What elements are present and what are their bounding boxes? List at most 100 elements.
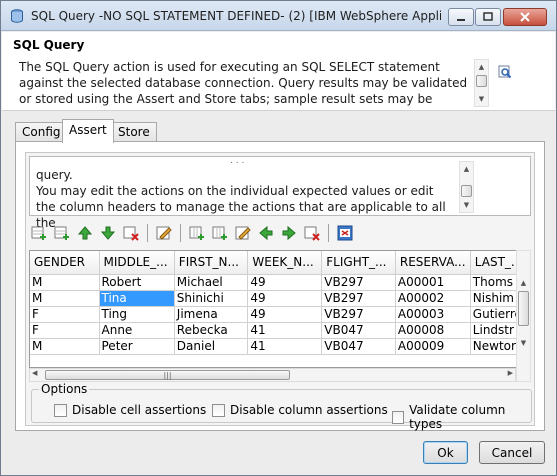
close-button[interactable] <box>503 8 547 26</box>
clear-icon[interactable] <box>335 223 355 243</box>
scroll-down-icon[interactable]: ▼ <box>517 337 530 349</box>
column-header[interactable]: GENDER <box>30 251 100 275</box>
table-row: F Ting Jimena 49 VB297 A00003 Gutierre <box>30 306 530 323</box>
column-header[interactable]: MIDDLE_... <box>99 251 175 275</box>
table-cell[interactable]: A00002 <box>395 290 471 307</box>
column-header[interactable]: FIRST_N... <box>174 251 249 275</box>
table-cell[interactable]: Daniel <box>174 338 249 355</box>
move-right-icon[interactable] <box>279 223 299 243</box>
table-cell[interactable]: 49 <box>247 274 323 291</box>
table-cell[interactable]: M <box>30 290 100 307</box>
header-title: SQL Query <box>13 38 85 52</box>
assert-panel: . . . query. You may edit the actions on… <box>15 141 545 431</box>
scroll-right-icon[interactable]: ▶ <box>508 369 513 377</box>
delete-row-icon[interactable] <box>121 223 141 243</box>
tab-config[interactable]: Config <box>15 122 68 142</box>
table-cell[interactable]: F <box>30 306 100 323</box>
assert-info-box: . . . query. You may edit the actions on… <box>29 156 531 230</box>
maximize-button[interactable] <box>475 8 501 26</box>
table-cell[interactable]: Robert <box>99 274 175 291</box>
table-cell[interactable]: A00003 <box>395 306 471 323</box>
database-icon <box>11 9 23 23</box>
minimize-button[interactable] <box>448 8 474 26</box>
info-scrollbar[interactable]: ▲ ▼ <box>459 161 474 213</box>
move-up-icon[interactable] <box>75 223 95 243</box>
add-row-icon[interactable] <box>29 223 49 243</box>
edit-icon[interactable] <box>154 223 174 243</box>
scroll-up-icon[interactable]: ▲ <box>460 163 473 175</box>
scroll-down-icon[interactable]: ▼ <box>475 93 488 105</box>
tab-store[interactable]: Store <box>111 122 157 142</box>
table-cell[interactable]: VB047 <box>321 322 396 339</box>
ok-button[interactable]: Ok <box>423 441 468 464</box>
checkbox-box[interactable] <box>54 403 67 417</box>
add-columns-icon[interactable] <box>210 223 230 243</box>
table-cell[interactable]: 41 <box>247 338 323 355</box>
search-help-icon[interactable] <box>498 65 512 79</box>
table-cell[interactable]: A00008 <box>395 322 471 339</box>
move-left-icon[interactable] <box>256 223 276 243</box>
table-row: M Peter Daniel 41 VB047 A00009 Newtor <box>30 338 530 355</box>
table-cell[interactable]: VB297 <box>321 274 396 291</box>
table-cell[interactable]: Anne <box>99 322 175 339</box>
move-down-icon[interactable] <box>98 223 118 243</box>
table-row: M Robert Michael 49 VB297 A00001 Thoms <box>30 274 530 291</box>
table-header-row: GENDER MIDDLE_... FIRST_N... WEEK_N... F… <box>30 251 530 275</box>
add-rows-icon[interactable] <box>52 223 72 243</box>
assert-info-text: query. You may edit the actions on the i… <box>36 168 446 230</box>
table-cell[interactable]: Shinichi <box>174 290 249 307</box>
table-cell[interactable]: VB297 <box>321 290 396 307</box>
scroll-thumb[interactable]: ||| <box>45 370 290 380</box>
table-cell[interactable]: Jimena <box>174 306 249 323</box>
scroll-up-icon[interactable]: ▲ <box>475 61 488 73</box>
minimize-icon <box>457 19 465 21</box>
table-cell[interactable]: 49 <box>247 306 323 323</box>
table-cell[interactable]: A00009 <box>395 338 471 355</box>
header-description: The SQL Query action is used for executi… <box>19 60 468 106</box>
checkbox-label: Disable cell assertions <box>72 403 207 417</box>
options-group: Options Disable cell assertions Disable … <box>31 382 532 431</box>
scroll-up-icon[interactable]: ▲ <box>517 277 530 289</box>
tab-assert[interactable]: Assert <box>62 119 114 143</box>
table-cell[interactable]: 41 <box>247 322 323 339</box>
table-cell[interactable]: M <box>30 338 100 355</box>
table-cell[interactable]: VB047 <box>321 338 396 355</box>
toolbar-separator <box>147 224 148 242</box>
table-cell[interactable]: VB297 <box>321 306 396 323</box>
assert-toolbar <box>29 223 355 243</box>
scroll-thumb[interactable] <box>476 75 487 87</box>
table-cell[interactable]: M <box>30 274 100 291</box>
table-cell[interactable]: 49 <box>247 290 323 307</box>
table-cell[interactable]: Michael <box>174 274 249 291</box>
scroll-left-icon[interactable]: ◀ <box>32 369 37 377</box>
scroll-down-icon[interactable]: ▼ <box>460 199 473 211</box>
grid-horizontal-scrollbar[interactable]: ◀ ||| ▶ <box>29 368 516 382</box>
disable-cell-assertions-checkbox[interactable]: Disable cell assertions <box>54 403 206 417</box>
delete-column-icon[interactable] <box>302 223 322 243</box>
column-header[interactable]: FLIGHT_... <box>321 251 396 275</box>
table-cell[interactable]: A00001 <box>395 274 471 291</box>
edit-column-icon[interactable] <box>233 223 253 243</box>
description-scrollbar[interactable]: ▲ ▼ <box>474 59 489 107</box>
results-grid[interactable]: GENDER MIDDLE_... FIRST_N... WEEK_N... F… <box>29 250 531 368</box>
table-cell[interactable]: Ting <box>99 306 175 323</box>
title-bar[interactable]: SQL Query -NO SQL STATEMENT DEFINED- (2)… <box>1 1 556 31</box>
grid-vertical-scrollbar[interactable]: ▲ ▼ <box>516 250 531 382</box>
scroll-thumb[interactable] <box>518 291 529 326</box>
table-row: M Tina Shinichi 49 VB297 A00002 Nishim <box>30 290 530 307</box>
column-header[interactable]: WEEK_N... <box>247 251 323 275</box>
close-icon <box>520 12 530 22</box>
validate-column-types-checkbox[interactable]: Validate column types <box>392 403 531 431</box>
cancel-button[interactable]: Cancel <box>479 441 545 464</box>
column-header[interactable]: RESERVA... <box>395 251 471 275</box>
table-cell-selected[interactable]: Tina <box>99 290 175 307</box>
table-cell[interactable]: Peter <box>99 338 175 355</box>
checkbox-box[interactable] <box>392 410 405 424</box>
scroll-thumb[interactable] <box>461 185 472 197</box>
checkbox-box[interactable] <box>212 403 225 417</box>
add-column-icon[interactable] <box>187 223 207 243</box>
table-cell[interactable]: Rebecka <box>174 322 249 339</box>
disable-column-assertions-checkbox[interactable]: Disable column assertions <box>212 403 388 417</box>
checkbox-label: Disable column assertions <box>230 403 388 417</box>
table-cell[interactable]: F <box>30 322 100 339</box>
